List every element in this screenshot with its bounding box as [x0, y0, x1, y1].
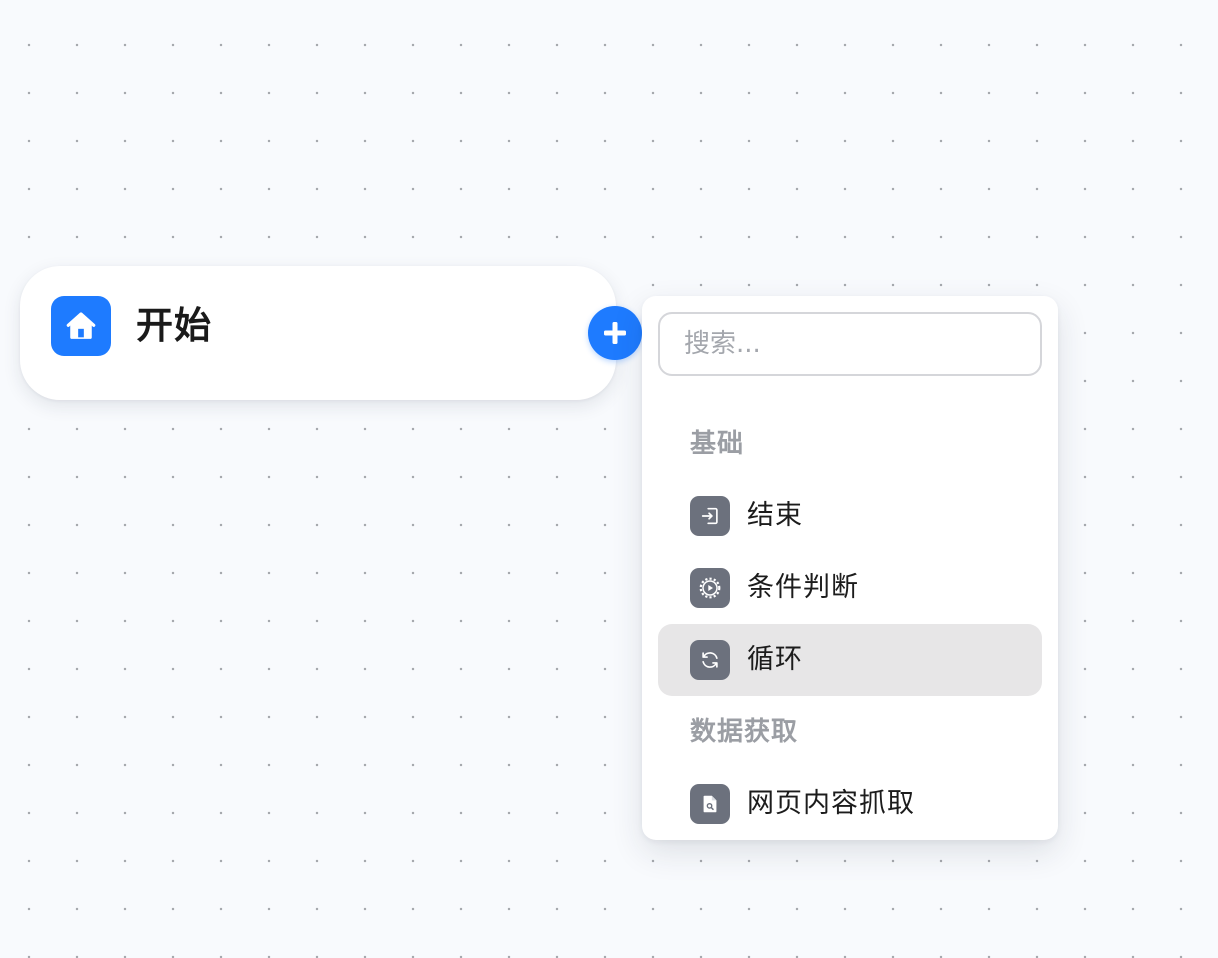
menu-item-label: 网页内容抓取 [747, 788, 915, 819]
start-node-title: 开始 [136, 304, 212, 347]
menu-item-end[interactable]: 结束 [658, 480, 1042, 552]
exit-icon [690, 496, 730, 536]
plus-icon [604, 322, 626, 344]
gear-play-icon [690, 568, 730, 608]
file-search-icon [690, 784, 730, 824]
add-node-dropdown: 基础 结束 条件判断 [642, 296, 1058, 840]
menu-item-label: 循环 [747, 644, 803, 675]
menu-item-condition[interactable]: 条件判断 [658, 552, 1042, 624]
menu-item-label: 条件判断 [747, 572, 859, 603]
menu-item-label: 结束 [747, 500, 803, 531]
workflow-canvas[interactable]: 开始 基础 结束 [0, 0, 1218, 958]
add-node-button[interactable] [588, 306, 642, 360]
start-node[interactable]: 开始 [20, 266, 616, 400]
menu-item-loop[interactable]: 循环 [658, 624, 1042, 696]
refresh-icon [690, 640, 730, 680]
section-label-data-fetch: 数据获取 [690, 717, 799, 747]
menu-item-web-scrape[interactable]: 网页内容抓取 [658, 768, 1042, 840]
home-icon [51, 296, 111, 356]
search-input[interactable] [658, 312, 1042, 376]
section-label-basic: 基础 [690, 429, 745, 459]
